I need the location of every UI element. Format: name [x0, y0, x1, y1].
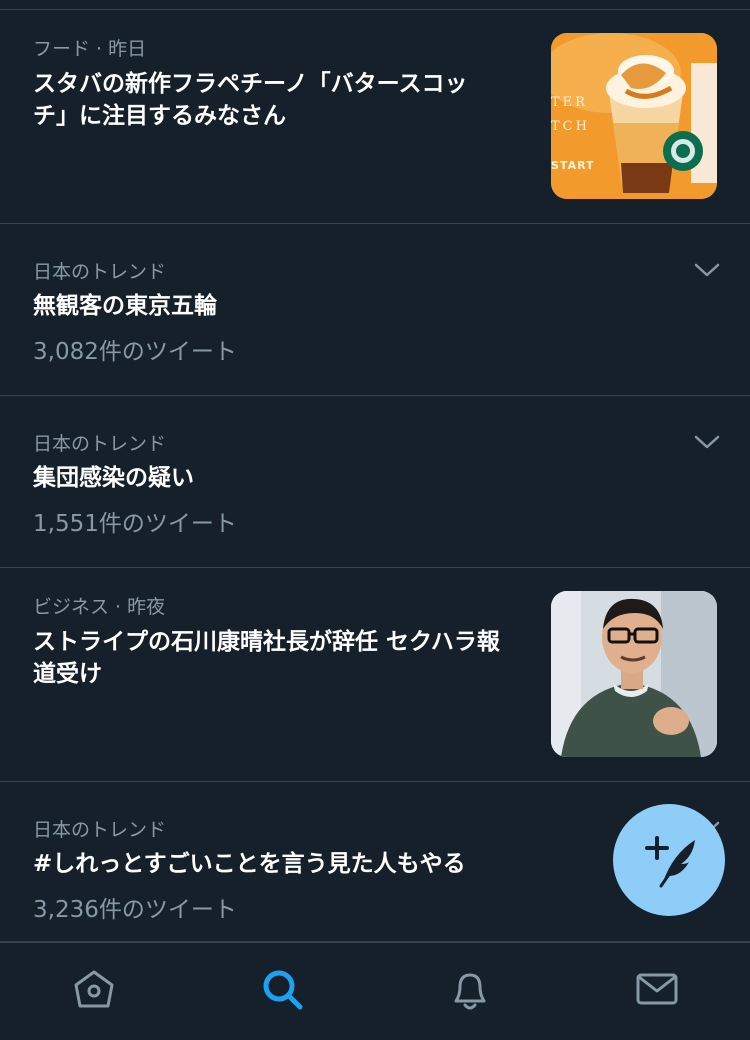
tab-search[interactable] — [258, 965, 306, 1013]
news-item[interactable]: ビジネス · 昨夜 ストライプの石川康晴社長が辞任 セクハラ報 道受け — [0, 568, 750, 782]
trend-category: 日本のトレンド — [33, 261, 167, 283]
thumb-text-2: TCH — [551, 119, 590, 134]
chevron-down-icon[interactable] — [693, 432, 721, 452]
trend-title: 集団感染の疑い — [33, 465, 194, 491]
frappuccino-image[interactable]: TER TCH START — [551, 33, 717, 199]
trend-tweet-count: 1,551件のツイート — [33, 511, 237, 537]
thumb-text-3: START — [551, 159, 595, 172]
bottom-tab-bar — [0, 942, 750, 1040]
trend-category: 日本のトレンド — [33, 433, 167, 455]
chevron-down-icon[interactable] — [693, 260, 721, 280]
search-icon — [263, 970, 303, 1010]
trend-item[interactable]: 日本のトレンド 集団感染の疑い 1,551件のツイート — [0, 396, 750, 568]
news-item[interactable]: フード · 昨日 スタバの新作フラペチーノ「バタースコッ チ」に注目するみなさん — [0, 10, 750, 224]
trend-title: 無観客の東京五輪 — [33, 293, 217, 319]
trend-tweet-count: 3,082件のツイート — [33, 339, 237, 365]
tab-notifications[interactable] — [446, 965, 494, 1013]
mail-icon — [636, 973, 678, 1005]
compose-tweet-button[interactable] — [613, 804, 725, 916]
news-headline-line2: 道受け — [33, 661, 102, 687]
news-headline-line1: スタバの新作フラペチーノ「バタースコッ — [33, 71, 468, 97]
frappuccino-illustration — [551, 33, 717, 199]
thumb-text-1: TER — [551, 95, 588, 110]
news-headline-line1: ストライプの石川康晴社長が辞任 セクハラ報 — [33, 629, 500, 655]
news-meta: ビジネス · 昨夜 — [33, 596, 166, 618]
trend-title: #しれっとすごいことを言う見た人もやる — [33, 851, 466, 877]
bell-icon — [454, 973, 486, 1010]
home-icon — [74, 970, 114, 1008]
tab-messages[interactable] — [633, 965, 681, 1013]
trend-tweet-count: 3,236件のツイート — [33, 897, 237, 923]
tab-home[interactable] — [70, 965, 118, 1013]
person-photo[interactable] — [551, 591, 717, 757]
person-illustration — [551, 591, 717, 757]
compose-tweet-icon — [645, 836, 695, 888]
news-meta: フード · 昨日 — [33, 38, 147, 60]
news-headline-line2: チ」に注目するみなさん — [33, 103, 286, 129]
trend-category: 日本のトレンド — [33, 819, 167, 841]
trend-item[interactable]: 日本のトレンド 無観客の東京五輪 3,082件のツイート — [0, 224, 750, 396]
